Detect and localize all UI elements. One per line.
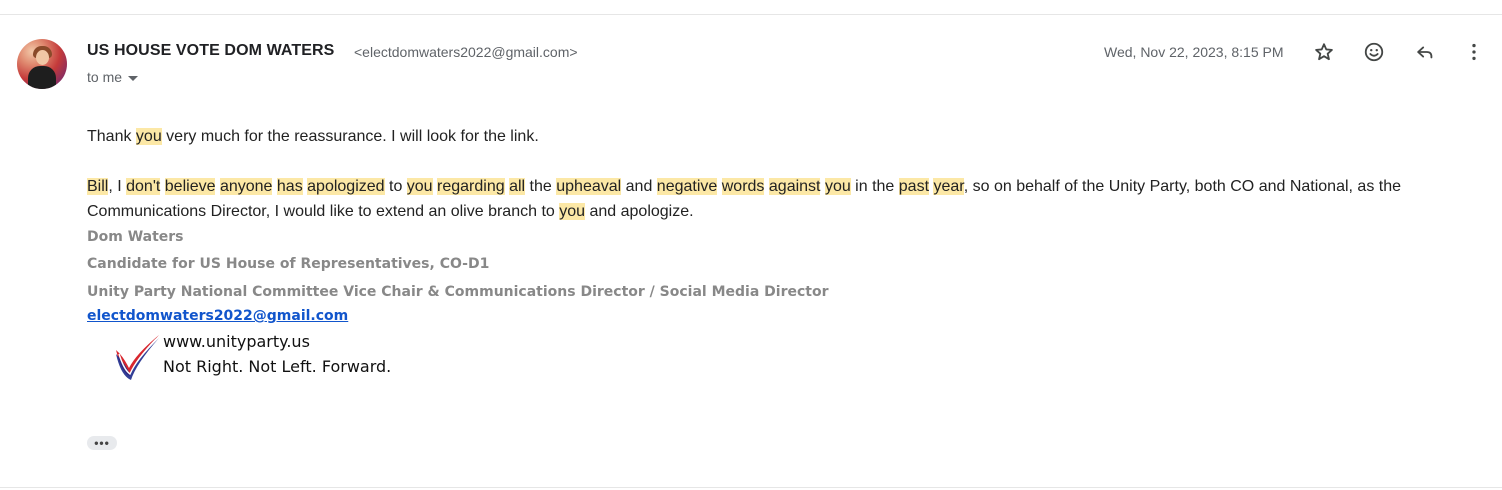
text-run: and <box>621 178 657 195</box>
text-run: very much for the reassurance. I will lo… <box>161 128 539 145</box>
highlighted-term: year <box>933 178 964 195</box>
top-divider <box>0 14 1502 15</box>
text-run: to <box>384 178 407 195</box>
highlighted-term: anyone <box>219 178 273 195</box>
highlighted-term: you <box>824 178 851 195</box>
highlighted-term: all <box>509 178 526 195</box>
more-options-button[interactable] <box>1462 40 1486 64</box>
star-button[interactable] <box>1312 40 1336 64</box>
body-paragraph-1: Thank you very much for the reassurance.… <box>87 124 539 149</box>
star-icon <box>1315 43 1333 61</box>
chevron-down-icon[interactable] <box>128 75 139 81</box>
logo-tagline: Not Right. Not Left. Forward. <box>163 357 392 376</box>
more-vert-icon <box>1472 43 1476 61</box>
recipient-details-toggle[interactable]: to me <box>87 69 139 85</box>
highlighted-term: Bill <box>87 178 109 195</box>
highlighted-term: you <box>406 178 433 195</box>
text-run: Thank <box>87 128 136 145</box>
text-run: and apologize. <box>585 203 694 220</box>
reply-button[interactable] <box>1413 40 1437 64</box>
highlighted-term: against <box>768 178 821 195</box>
email-date: Wed, Nov 22, 2023, 8:15 PM <box>1104 44 1284 60</box>
signature-name: Dom Waters <box>87 229 184 245</box>
highlighted-term: words <box>721 178 765 195</box>
text-run: the <box>525 178 557 195</box>
highlighted-term: upheaval <box>556 178 622 195</box>
highlighted-term: past <box>898 178 930 195</box>
logo-website: www.unityparty.us <box>163 332 310 351</box>
signature-title-2: Unity Party National Committee Vice Chai… <box>87 284 829 300</box>
bottom-divider <box>0 487 1502 488</box>
avatar-face <box>36 50 49 65</box>
reply-icon <box>1417 46 1433 59</box>
text-run: , I <box>108 178 127 195</box>
highlighted-term: negative <box>656 178 718 195</box>
body-paragraph-2: Bill, I don't believe anyone has apologi… <box>87 174 1467 224</box>
sender-avatar[interactable] <box>17 39 67 89</box>
highlighted-term: apologized <box>307 178 385 195</box>
highlighted-term: regarding <box>437 178 505 195</box>
highlighted-term: you <box>135 128 162 145</box>
add-reaction-button[interactable] <box>1362 40 1386 64</box>
sender-email: <electdomwaters2022@gmail.com> <box>354 44 578 60</box>
recipient-label: to me <box>87 69 123 85</box>
emoji-reaction-icon <box>1364 42 1384 62</box>
show-trimmed-content-button[interactable]: ••• <box>87 436 117 450</box>
highlighted-term: has <box>276 178 303 195</box>
highlighted-term: you <box>559 203 586 220</box>
signature-email-link[interactable]: electdomwaters2022@gmail.com <box>87 308 348 324</box>
sender-name[interactable]: US HOUSE VOTE DOM WATERS <box>87 42 334 60</box>
unity-party-check-logo-icon <box>116 335 159 380</box>
highlighted-term: don't <box>126 178 161 195</box>
signature-title-1: Candidate for US House of Representative… <box>87 256 490 272</box>
text-run: in the <box>850 178 899 195</box>
avatar-body <box>28 66 56 89</box>
highlighted-term: believe <box>164 178 216 195</box>
show-trimmed-content-icon: ••• <box>94 436 110 450</box>
